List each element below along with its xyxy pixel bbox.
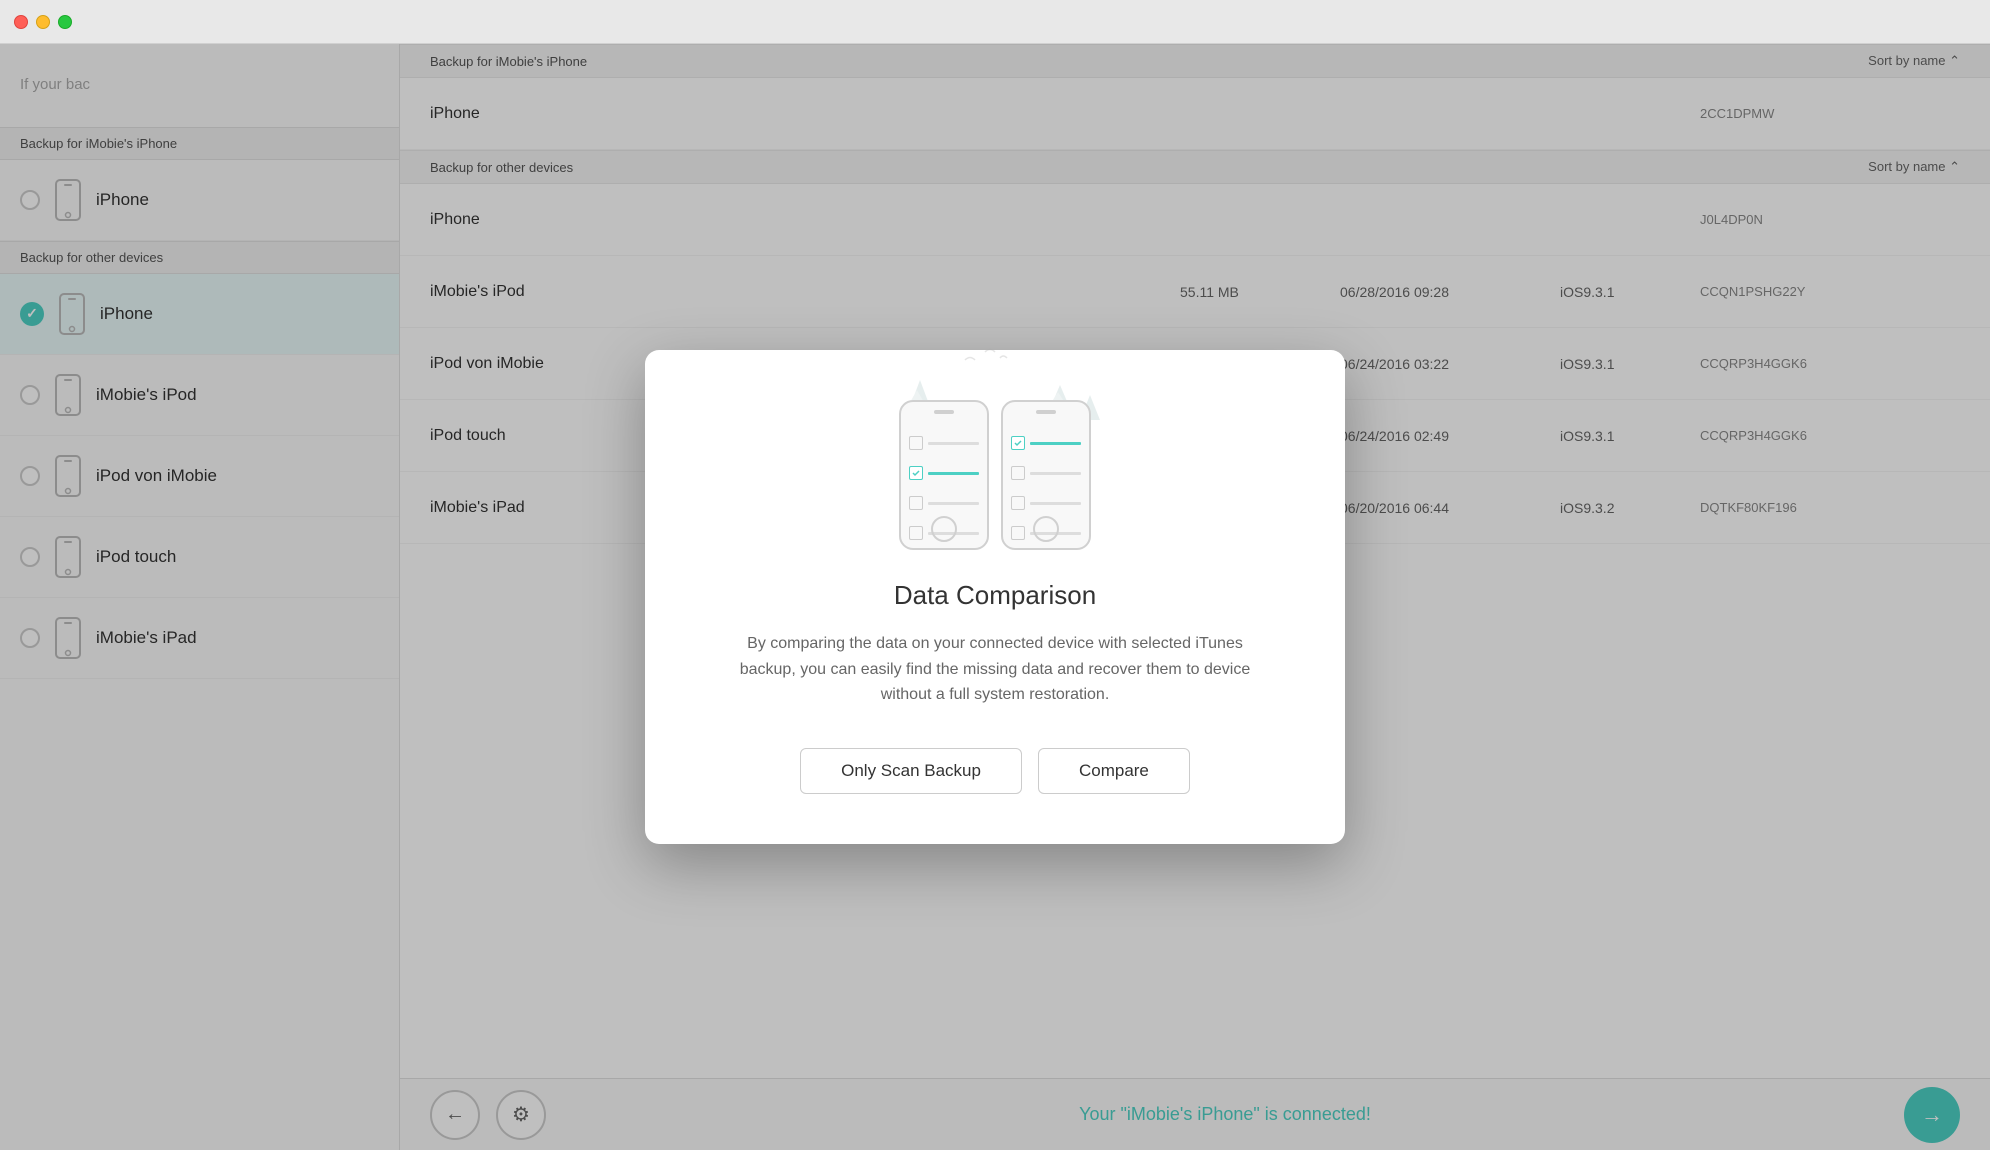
modal-overlay: Data Comparison By comparing the data on… — [0, 44, 1990, 1150]
checkbox-left-2 — [909, 466, 923, 480]
checkbox-left-4 — [909, 526, 923, 540]
scan-backup-button[interactable]: Only Scan Backup — [800, 748, 1022, 794]
compare-button[interactable]: Compare — [1038, 748, 1190, 794]
phone-right — [1001, 400, 1091, 550]
checkbox-right-4 — [1011, 526, 1025, 540]
main-content: If your bac Backup for iMobie's iPhone i… — [0, 44, 1990, 1150]
checkbox-right-3 — [1011, 496, 1025, 510]
modal-dialog: Data Comparison By comparing the data on… — [645, 350, 1345, 844]
checkbox-left-1 — [909, 436, 923, 450]
close-button[interactable] — [14, 15, 28, 29]
modal-illustration — [899, 400, 1091, 550]
modal-title: Data Comparison — [894, 580, 1096, 611]
maximize-button[interactable] — [58, 15, 72, 29]
checkbox-right-2 — [1011, 466, 1025, 480]
phone-left — [899, 400, 989, 550]
modal-description: By comparing the data on your connected … — [735, 631, 1255, 708]
checkbox-left-3 — [909, 496, 923, 510]
modal-buttons: Only Scan Backup Compare — [800, 748, 1190, 794]
checkbox-right-1 — [1011, 436, 1025, 450]
title-bar — [0, 0, 1990, 44]
minimize-button[interactable] — [36, 15, 50, 29]
